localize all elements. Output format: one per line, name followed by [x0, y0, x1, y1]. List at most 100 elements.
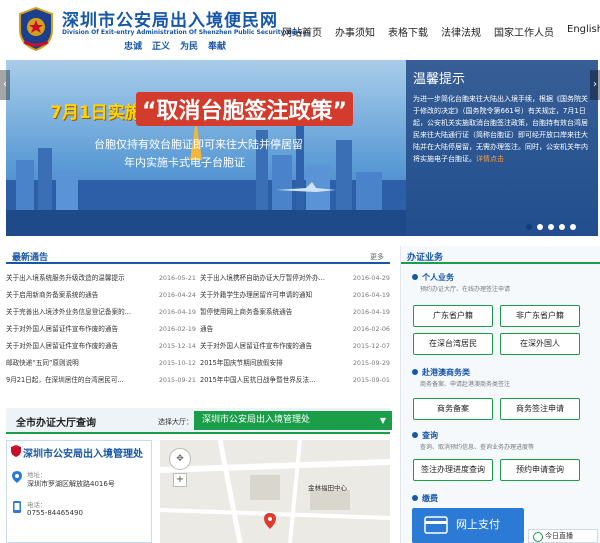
news-item-title: 9月21日起，在深圳居住的台湾居民可...: [6, 376, 124, 384]
banner-line-1: 台胞仅持有效台胞证即可来往大陆并停居留: [94, 138, 303, 151]
hall-selected-value: 深圳市公安局出入境管理处: [202, 415, 311, 425]
news-item-title: 关于出入境系统服务升级改造的温馨提示: [6, 274, 125, 282]
btn-taiwan-resident[interactable]: 在深台湾居民: [413, 333, 493, 355]
btn-non-guangdong-resident[interactable]: 非广东省户籍: [500, 305, 580, 327]
news-item[interactable]: 关于外籍学生办理居留许可申请的通知 2016-04-19: [200, 287, 390, 304]
news-item-date: 2016-04-24: [158, 291, 196, 299]
news-item[interactable]: 2015年国庆节期间放假安排 2015-09-29: [200, 355, 390, 372]
phone-label: 电话：: [27, 501, 47, 509]
online-pay-label: 网上支付: [456, 518, 500, 531]
category-personal: 个人业务: [412, 272, 454, 283]
carousel-dot[interactable]: [537, 224, 543, 230]
nav-guide[interactable]: 办事须知: [335, 24, 375, 39]
news-item-title: 关于对外国人居留证件宣布作废的通告: [6, 342, 119, 350]
news-item-date: 2015-09-21: [158, 376, 196, 384]
main-nav: 网站首页 办事须知 表格下载 法律法规 国家工作人员 English: [282, 24, 600, 39]
news-item[interactable]: 通告 2016-02-06: [200, 321, 390, 338]
slogan-item: 为民: [180, 42, 199, 52]
map-marker-icon[interactable]: [264, 513, 276, 529]
news-item[interactable]: 关于对外国人居留证件宣布作废的通告 2015-12-14: [6, 338, 196, 355]
news-item-title: 关于启用新商务备案系统的通告: [6, 291, 99, 299]
news-item[interactable]: 2015年中国人民抗日战争暨世界反法... 2015-09-01: [200, 372, 390, 389]
news-item[interactable]: 关于对外国人居留证件宣布作废的通告 2016-02-19: [6, 321, 196, 338]
today-live-label: 今日直播: [545, 532, 573, 540]
news-item-date: 2015-09-29: [352, 359, 390, 367]
hall-select-label: 选择大厅：: [158, 418, 193, 426]
news-item[interactable]: 关于出入境携杯自助办证大厅暂停对外办... 2016-04-29: [200, 270, 390, 287]
news-item-date: 2015-12-14: [158, 342, 196, 350]
news-title: 最新通告: [12, 253, 49, 263]
nav-forms[interactable]: 表格下载: [388, 24, 428, 39]
btn-foreigner[interactable]: 在深外国人: [500, 333, 580, 355]
nav-staff[interactable]: 国家工作人员: [494, 24, 554, 39]
carousel-dot[interactable]: [570, 224, 576, 230]
banner-title: “取消台胞签注政策”: [136, 92, 353, 126]
news-item-date: 2015-10-12: [158, 359, 196, 367]
news-item-title: 关于外籍学生办理居留许可申请的通知: [200, 291, 313, 299]
online-pay-button[interactable]: 网上支付: [412, 508, 524, 543]
map-zoom-in-button[interactable]: +: [173, 473, 187, 487]
news-item-date: 2016-02-06: [352, 325, 390, 333]
location-pin-icon: [12, 471, 22, 483]
hall-select[interactable]: 深圳市公安局出入境管理处 ▼: [194, 411, 392, 430]
hall-info-title: 深圳市公安局出入境管理处: [23, 449, 143, 460]
news-item-title: 2015年中国人民抗日战争暨世界反法...: [200, 376, 316, 384]
map-pan-icon[interactable]: ✥: [169, 448, 191, 470]
nav-laws[interactable]: 法律法规: [441, 24, 481, 39]
news-item[interactable]: 关于启用新商务备案系统的通告 2016-04-24: [6, 287, 196, 304]
chevron-down-icon: ▼: [379, 416, 386, 425]
news-item-date: 2016-04-19: [352, 308, 390, 316]
news-item[interactable]: 9月21日起，在深圳居住的台湾居民可... 2015-09-21: [6, 372, 196, 389]
btn-business-endorsement[interactable]: 商务签注申请: [500, 398, 580, 420]
btn-appointment-query[interactable]: 预约申请查询: [500, 459, 580, 481]
hall-query-bar: 全市办证大厅查询 选择大厅： 深圳市公安局出入境管理处 ▼: [6, 408, 392, 434]
notice-more-link[interactable]: 详情点击: [476, 155, 504, 163]
location-map[interactable]: ✥ + 金林福田中心: [160, 440, 390, 543]
news-item[interactable]: 关于对外国人居留证件宣布作废的通告 2015-12-07: [200, 338, 390, 355]
slogan: 忠诚 正义 为民 奉献: [124, 39, 236, 52]
news-header: 最新通告 更多: [6, 246, 390, 264]
carousel-dot[interactable]: [559, 224, 565, 230]
nav-home[interactable]: 网站首页: [282, 24, 322, 39]
news-more-link[interactable]: 更多: [370, 252, 384, 262]
btn-guangdong-resident[interactable]: 广东省户籍: [413, 305, 493, 327]
today-live-button[interactable]: 今日直播: [528, 529, 598, 543]
category-payment: 缴费: [412, 493, 438, 504]
news-list: 关于出入境系统服务升级改造的温馨提示 2016-05-21 关于出入境携杯自助办证大…: [6, 270, 390, 389]
notice-title: 温馨提示: [413, 72, 466, 87]
carousel-dots: [526, 224, 581, 230]
news-item-date: 2015-09-01: [352, 376, 390, 384]
hall-address: 地址： 深圳市罗湖区解放路4016号: [27, 469, 115, 489]
news-item-title: 通告: [200, 325, 214, 333]
carousel-dot[interactable]: [548, 224, 554, 230]
carousel-dot[interactable]: [526, 224, 532, 230]
hall-info-card: 深圳市公安局出入境管理处 地址： 深圳市罗湖区解放路4016号 电话： 0755-8…: [6, 440, 152, 543]
pay-card-icon: [424, 516, 448, 534]
category-business: 赴港澳商务类: [412, 367, 470, 378]
btn-progress-query[interactable]: 签注办理进度查询: [413, 459, 493, 481]
btn-business-filing[interactable]: 商务备案: [413, 398, 493, 420]
emblem-small-icon: [11, 445, 21, 457]
carousel-next-arrow-icon[interactable]: ›: [590, 70, 600, 100]
services-header: 办证业务: [401, 246, 600, 264]
news-item[interactable]: 关于完善出入境涉外业务信息登记备案的... 2016-04-19: [6, 304, 196, 321]
news-item[interactable]: 暂停使用网上商务备案系统通告 2016-04-19: [200, 304, 390, 321]
category-personal-desc: 预约办证大厅、在线办理签注申请: [420, 286, 511, 293]
news-item-date: 2016-04-29: [352, 274, 390, 282]
hall-phone: 电话： 0755-84465490: [27, 499, 83, 517]
hero-banner[interactable]: 7月1日实施 “取消台胞签注政策” 台胞仅持有效台胞证即可来往大陆并停居留 年内…: [6, 60, 598, 236]
news-item-date: 2016-04-19: [158, 308, 196, 316]
carousel-prev-arrow-icon[interactable]: ‹: [0, 70, 10, 100]
news-item[interactable]: 关于出入境系统服务升级改造的温馨提示 2016-05-21: [6, 270, 196, 287]
news-item-title: 2015年国庆节期间放假安排: [200, 359, 283, 367]
news-item-title: 暂停使用网上商务备案系统通告: [200, 308, 293, 316]
nav-english[interactable]: English: [567, 24, 600, 39]
news-item-title: 关于对外国人居留证件宣布作废的通告: [6, 325, 119, 333]
hall-query-title: 全市办证大厅查询: [16, 418, 96, 429]
category-query-desc: 查询、取消预约信息、查询业务办理进度等: [420, 444, 535, 451]
news-item-title: 关于出入境携杯自助办证大厅暂停对外办...: [200, 274, 325, 282]
news-item[interactable]: 邮政快递“五同”原则说明 2015-10-12: [6, 355, 196, 372]
news-item-title: 邮政快递“五同”原则说明: [6, 359, 79, 367]
address-value: 深圳市罗湖区解放路4016号: [27, 480, 115, 488]
site-header: 深圳市公安局出入境便民网 Division Of Exit-entry Admi…: [0, 0, 600, 60]
